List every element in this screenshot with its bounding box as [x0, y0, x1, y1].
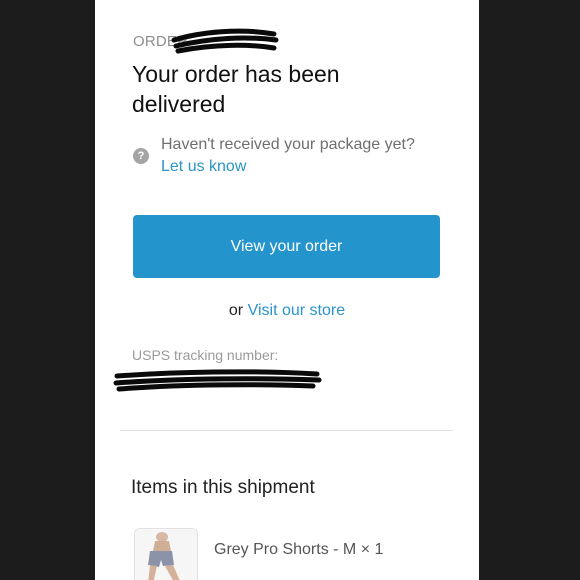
item-name: Grey Pro Shorts - M × 1 [214, 541, 384, 558]
section-divider [120, 430, 453, 431]
redaction-scribble [171, 28, 279, 54]
page-title: Your order has been delivered [132, 61, 340, 117]
shipment-title: Items in this shipment [131, 477, 315, 498]
visit-store-line: or Visit our store [95, 302, 479, 320]
visit-store-link[interactable]: Visit our store [248, 302, 346, 319]
order-email: ORDER Your order has been delivered ? Ha… [95, 0, 479, 580]
or-text: or [228, 302, 244, 319]
screenshot-frame: ORDER Your order has been delivered ? Ha… [0, 0, 580, 580]
product-image [135, 529, 197, 580]
let-us-know-link[interactable]: Let us know [161, 157, 246, 177]
product-thumbnail[interactable] [134, 528, 198, 580]
tracking-label: USPS tracking number: [132, 347, 279, 363]
help-question: Haven't received your package yet? [161, 136, 415, 153]
help-circle-icon: ? [133, 148, 149, 164]
view-order-button[interactable]: View your order [133, 215, 440, 278]
redaction-scribble [113, 369, 322, 392]
